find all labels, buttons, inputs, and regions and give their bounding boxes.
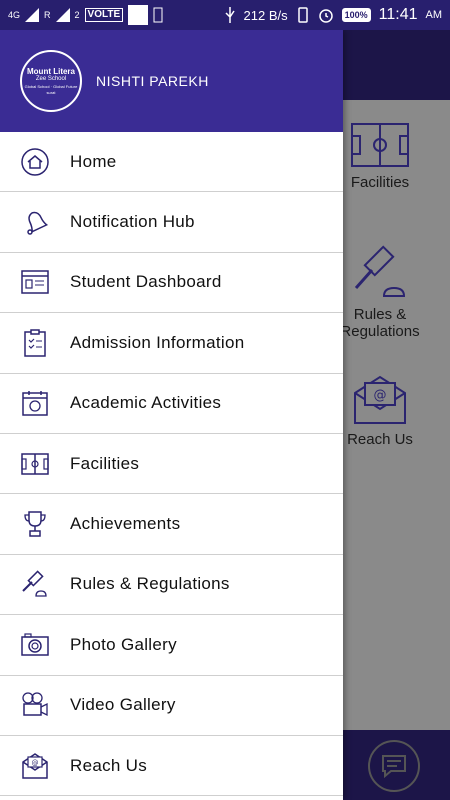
bg-tile-label-2: Regulations xyxy=(340,323,420,340)
menu-item-admission-information[interactable]: Admission Information xyxy=(0,313,343,374)
navigation-drawer: Mount Litera Zee School Global School · … xyxy=(0,30,343,800)
battery-indicator: 100% xyxy=(341,8,371,22)
network-speed: 212 B/s xyxy=(243,7,288,23)
menu-item-facilities[interactable]: Facilities xyxy=(0,434,343,495)
menu-item-photo-gallery[interactable]: Photo Gallery xyxy=(0,615,343,676)
signal-icon xyxy=(25,8,40,22)
logo-line-3: Global School · Global Future xyxy=(24,84,78,89)
logo-line-2: Zee School xyxy=(35,76,67,82)
status-bar: 4G R 2 VOLTE 212 B/s 100% 11:41 AM xyxy=(0,0,450,30)
menu-item-achievements[interactable]: Achievements xyxy=(0,494,343,555)
menu-item-label: Academic Activities xyxy=(70,393,222,413)
bg-tile-label: Rules & xyxy=(353,306,407,323)
school-logo: Mount Litera Zee School Global School · … xyxy=(20,50,82,112)
sd-card-icon xyxy=(153,7,163,23)
volte-badge: VOLTE xyxy=(84,8,124,22)
video-camera-icon xyxy=(0,691,70,719)
user-name: NISHTI PAREKH xyxy=(96,73,209,89)
chat-icon xyxy=(382,755,406,778)
network-type: 4G xyxy=(8,9,21,20)
menu-item-label: Facilities xyxy=(70,453,140,473)
bg-tile-facilities: Facilities xyxy=(335,122,425,191)
menu-item-label: Student Dashboard xyxy=(70,272,222,292)
menu-item-video-gallery[interactable]: Video Gallery xyxy=(0,676,343,736)
mail-icon: @ xyxy=(0,752,70,780)
notification-app-icon xyxy=(128,5,149,25)
gavel-icon xyxy=(354,245,406,297)
calendar-ball-icon xyxy=(0,389,70,417)
roaming-indicator: R xyxy=(44,9,51,20)
drawer-menu: Home Notification Hub Student Dashboard … xyxy=(0,132,343,797)
gavel-icon xyxy=(0,569,70,599)
clock-time: 11:41 xyxy=(378,6,418,23)
menu-item-reach-us[interactable]: @ Reach Us xyxy=(0,736,343,797)
clipboard-icon xyxy=(0,328,70,358)
menu-item-label: Video Gallery xyxy=(70,695,176,715)
football-field-icon xyxy=(351,123,409,167)
bell-icon xyxy=(0,207,70,237)
menu-item-label: Reach Us xyxy=(70,755,148,775)
logo-line-1: Mount Litera xyxy=(27,67,75,76)
menu-item-label: Home xyxy=(70,151,117,171)
menu-item-label: Rules & Regulations xyxy=(70,574,230,594)
sim2-indicator: 2 xyxy=(74,9,80,20)
clock-ampm: AM xyxy=(425,8,443,21)
bg-tile-reach-us: @ Reach Us xyxy=(335,373,425,448)
alarm-icon xyxy=(318,9,333,23)
menu-item-academic-activities[interactable]: Academic Activities xyxy=(0,374,343,434)
signal-icon-2 xyxy=(55,8,70,22)
vibrate-icon xyxy=(297,7,308,23)
mail-icon: @ xyxy=(354,375,406,424)
chat-button[interactable] xyxy=(368,740,420,792)
menu-item-student-dashboard[interactable]: Student Dashboard xyxy=(0,253,343,314)
usb-icon xyxy=(224,7,235,23)
bg-tile-label: Reach Us xyxy=(347,431,413,448)
menu-item-label: Notification Hub xyxy=(70,212,195,232)
svg-text:@: @ xyxy=(374,388,387,403)
menu-item-home[interactable]: Home xyxy=(0,132,343,193)
football-field-icon xyxy=(0,452,70,476)
menu-item-label: Photo Gallery xyxy=(70,634,177,654)
drawer-header: Mount Litera Zee School Global School · … xyxy=(0,30,343,132)
logo-line-4: surat xyxy=(46,90,56,95)
menu-item-label: Achievements xyxy=(70,514,181,534)
bg-tile-label: Facilities xyxy=(350,174,410,191)
svg-text:@: @ xyxy=(32,759,39,767)
dashboard-icon xyxy=(0,268,70,296)
bg-tile-rules: Rules & Regulations xyxy=(335,244,425,340)
menu-item-notification-hub[interactable]: Notification Hub xyxy=(0,192,343,253)
menu-item-rules-regulations[interactable]: Rules & Regulations xyxy=(0,555,343,616)
menu-item-label: Admission Information xyxy=(70,332,245,352)
camera-icon xyxy=(0,632,70,658)
home-icon xyxy=(0,147,70,177)
trophy-icon xyxy=(0,509,70,539)
